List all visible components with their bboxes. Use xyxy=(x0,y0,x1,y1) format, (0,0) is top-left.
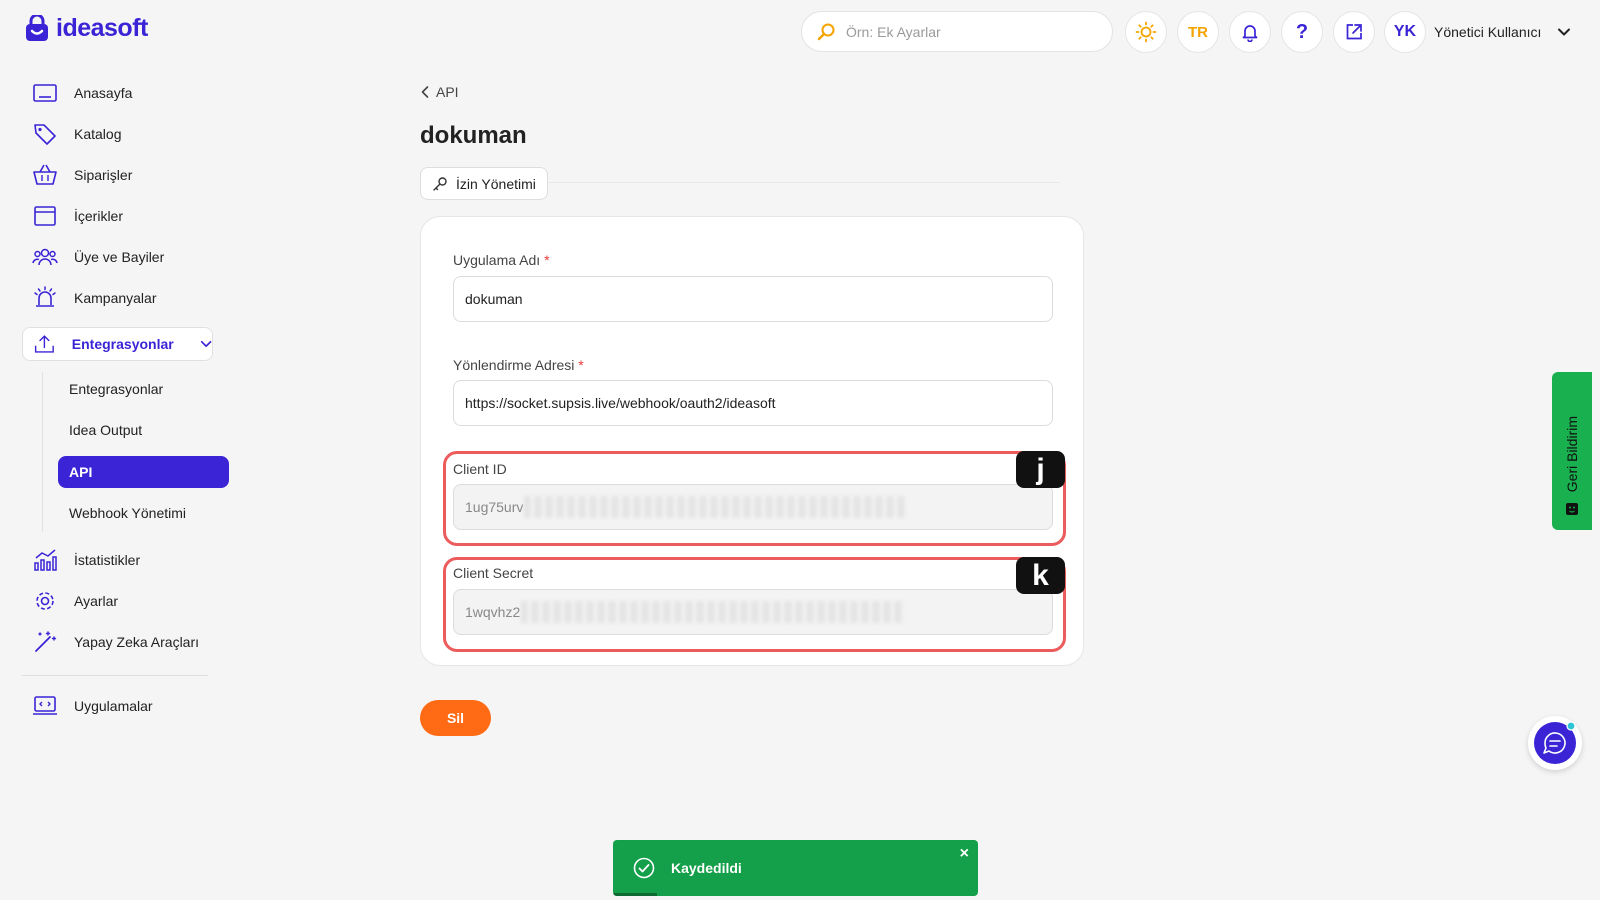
sidebar-divider xyxy=(22,675,208,676)
feedback-face-icon xyxy=(1566,503,1578,515)
sidebar-item-yapay-zeka-araclari[interactable]: Yapay Zeka Araçları xyxy=(22,625,199,659)
sidebar-item-entegrasyonlar[interactable]: Entegrasyonlar xyxy=(22,327,213,361)
home-icon xyxy=(33,84,57,102)
sidebar-item-label: Kampanyalar xyxy=(74,290,157,306)
search-box[interactable] xyxy=(801,11,1113,52)
sidebar-item-label: Ayarlar xyxy=(74,593,119,609)
permission-button-label: İzin Yönetimi xyxy=(456,175,536,192)
sidebar-item-label: İçerikler xyxy=(74,208,124,224)
window-icon xyxy=(34,206,56,226)
chevron-down-icon xyxy=(1558,28,1571,36)
header-divider xyxy=(548,182,1060,183)
user-menu[interactable]: YK Yönetici Kullanıcı xyxy=(1384,11,1571,53)
submenu-item-entegrasyonlar[interactable]: Entegrasyonlar xyxy=(69,373,163,405)
stats-icon xyxy=(34,549,57,571)
external-link-icon xyxy=(1346,24,1362,40)
toast-message: Kaydedildi xyxy=(671,860,742,876)
client-secret-annotation-tag: k xyxy=(1016,557,1065,594)
notifications-button[interactable] xyxy=(1229,11,1271,53)
sun-icon xyxy=(1135,21,1157,43)
sidebar-item-siparisler[interactable]: Siparişler xyxy=(22,158,132,192)
breadcrumb[interactable]: API xyxy=(420,84,459,100)
client-id-annotation-tag: j xyxy=(1016,451,1065,488)
redirect-url-input[interactable]: https://socket.supsis.live/webhook/oauth… xyxy=(453,380,1053,426)
sidebar-item-kampanyalar[interactable]: Kampanyalar xyxy=(22,281,157,315)
sidebar-item-anasayfa[interactable]: Anasayfa xyxy=(22,76,132,110)
feedback-label: Geri Bildirim xyxy=(1564,415,1580,492)
language-button[interactable]: TR xyxy=(1177,11,1219,53)
sidebar-item-label: Üye ve Bayiler xyxy=(74,249,165,265)
success-toast: Kaydedildi × xyxy=(613,840,978,896)
sidebar-item-label: Entegrasyonlar xyxy=(71,336,174,352)
submenu-item-webhook-yonetimi[interactable]: Webhook Yönetimi xyxy=(69,497,186,529)
avatar: YK xyxy=(1384,11,1426,53)
sidebar-item-label: Siparişler xyxy=(74,167,133,183)
sidebar-item-label: İstatistikler xyxy=(74,552,141,568)
user-name: Yönetici Kullanıcı xyxy=(1434,24,1542,40)
users-icon xyxy=(32,248,58,266)
redirect-url-label: Yönlendirme Adresi * xyxy=(453,357,584,373)
upload-icon xyxy=(34,335,54,353)
app-name-input[interactable]: dokuman xyxy=(453,276,1053,322)
app-name-label: Uygulama Adı * xyxy=(453,252,550,268)
sidebar-item-uygulamalar[interactable]: Uygulamalar xyxy=(22,689,153,723)
submenu-line xyxy=(42,372,43,532)
sidebar-item-label: Uygulamalar xyxy=(74,698,153,714)
logo-icon xyxy=(26,14,48,41)
sidebar-item-icerikler[interactable]: İçerikler xyxy=(22,199,123,233)
theme-toggle-button[interactable] xyxy=(1125,11,1167,53)
breadcrumb-label: API xyxy=(436,84,459,100)
sidebar-item-label: Yapay Zeka Araçları xyxy=(74,634,200,650)
key-icon xyxy=(433,176,447,191)
open-store-button[interactable] xyxy=(1333,11,1375,53)
basket-icon xyxy=(33,164,57,185)
gear-icon xyxy=(36,592,54,610)
page-title: dokuman xyxy=(420,122,527,149)
tag-icon xyxy=(34,124,56,145)
chevron-down-icon xyxy=(200,340,212,348)
help-button[interactable]: ? xyxy=(1281,11,1323,53)
submenu-item-idea-output[interactable]: Idea Output xyxy=(69,414,142,446)
app-icon xyxy=(33,696,57,715)
client-secret-highlight xyxy=(443,557,1066,652)
client-id-highlight xyxy=(443,451,1066,546)
feedback-tab[interactable]: Geri Bildirim xyxy=(1552,372,1592,530)
sidebar-item-katalog[interactable]: Katalog xyxy=(22,117,121,151)
check-circle-icon xyxy=(633,857,655,879)
chat-widget-button[interactable] xyxy=(1528,716,1582,770)
toast-close-icon[interactable]: × xyxy=(960,845,969,863)
search-icon xyxy=(817,23,835,40)
sidebar-item-label: Anasayfa xyxy=(74,85,133,101)
sidebar-item-istatistikler[interactable]: İstatistikler xyxy=(22,543,140,577)
chevron-left-icon xyxy=(421,86,429,98)
chat-icon xyxy=(1534,721,1576,764)
delete-button[interactable]: Sil xyxy=(420,700,491,736)
siren-icon xyxy=(34,286,56,307)
brand-logo[interactable]: ideasoft xyxy=(24,14,148,43)
bell-icon xyxy=(1242,25,1258,42)
sidebar-item-uye-ve-bayiler[interactable]: Üye ve Bayiler xyxy=(22,240,164,274)
sidebar-item-ayarlar[interactable]: Ayarlar xyxy=(22,584,118,618)
sidebar-item-label: Katalog xyxy=(74,126,122,142)
search-input[interactable] xyxy=(846,23,1086,40)
toast-progress-bar xyxy=(613,893,657,896)
permission-management-button[interactable]: İzin Yönetimi xyxy=(420,167,548,200)
brand-name: ideasoft xyxy=(56,14,148,42)
magic-wand-icon xyxy=(35,631,57,652)
submenu-item-api[interactable]: API xyxy=(58,456,229,488)
